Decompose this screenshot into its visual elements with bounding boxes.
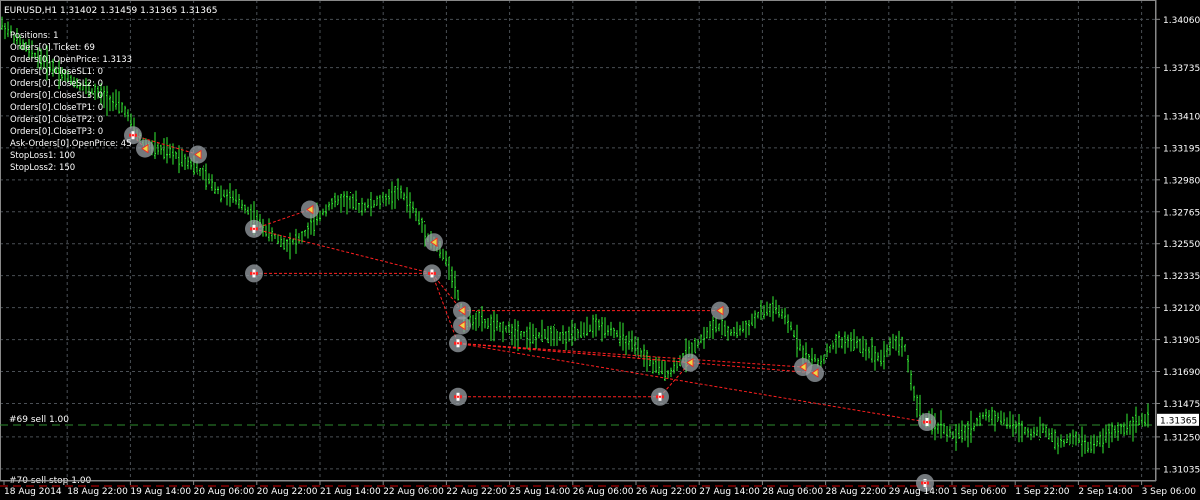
info-panel-line: Orders[0].CloseTP2: 0 [10,115,103,125]
trade-open-marker[interactable] [651,387,669,406]
marker-open-dot [924,481,926,484]
time-tick-label: 3 Sep 06:00 [1142,487,1197,497]
time-tick-label: 22 Aug 06:00 [383,487,444,497]
marker-open-dot [431,272,433,275]
price-tick-label: 1.32120 [1163,304,1200,314]
trade-close-marker[interactable] [806,364,824,383]
marker-open-dot [659,395,661,398]
time-tick-label: 28 Aug 06:00 [762,487,823,497]
info-panel-line: Orders[0].CloseSL2: 0 [10,79,103,89]
info-panel-line: Orders[0].CloseTP1: 0 [10,103,103,113]
price-tick-label: 1.32765 [1163,208,1200,218]
trade-close-marker[interactable] [453,316,471,335]
trade-open-marker[interactable] [449,334,467,353]
marker-open-dot [132,134,134,137]
info-panel-line: Orders[0].Ticket: 69 [10,43,95,53]
marker-open-dot [253,272,255,275]
trade-close-marker[interactable] [681,353,699,372]
order-line-label-sell: #69 sell 1.00 [9,415,69,425]
time-tick-label: 25 Aug 14:00 [510,487,571,497]
price-tick-label: 1.31690 [1163,368,1200,378]
time-tick-label: 28 Aug 22:00 [826,487,887,497]
time-tick-label: 19 Aug 14:00 [130,487,191,497]
info-panel-line: Ask-Orders[0].OpenPrice: 45 [10,139,132,149]
time-tick-label: 22 Aug 22:00 [446,487,507,497]
trade-close-marker[interactable] [189,145,207,164]
price-tick-label: 1.33195 [1163,144,1200,154]
trade-open-marker[interactable] [245,264,263,283]
time-tick-label: 18 Aug 22:00 [67,487,128,497]
time-tick-label: 18 Aug 2014 [4,487,62,497]
time-tick-label: 20 Aug 22:00 [257,487,318,497]
marker-open-dot [457,395,459,398]
info-panel-line: Orders[0].OpenPrice: 1.3133 [10,55,132,65]
info-panel-line: Orders[0].CloseSL3: 0 [10,91,103,101]
time-tick-label: 26 Aug 22:00 [636,487,697,497]
info-panel-line: Orders[0].CloseSL1: 0 [10,67,103,77]
time-tick-label: 26 Aug 06:00 [573,487,634,497]
info-panel-line: StopLoss1: 100 [10,151,75,161]
time-tick-label: 29 Aug 14:00 [889,487,950,497]
price-tick-label: 1.32550 [1163,240,1200,250]
price-tick-label: 1.33410 [1163,112,1200,122]
info-panel-line: StopLoss2: 150 [10,163,75,173]
time-tick-label: 21 Aug 14:00 [320,487,381,497]
price-tick-label: 1.33735 [1163,64,1200,74]
price-tick-label: 1.34060 [1163,16,1200,26]
price-chart[interactable]: EURUSD,H1 1.31402 1.31459 1.31365 1.3136… [0,0,1200,500]
current-price-label: 1.31365 [1160,416,1197,426]
trade-close-marker[interactable] [425,233,443,252]
trade-close-marker[interactable] [711,301,729,320]
marker-open-dot [926,421,928,424]
price-tick-label: 1.31035 [1163,465,1200,475]
marker-open-dot [457,342,459,345]
time-tick-label: 20 Aug 06:00 [194,487,255,497]
trade-open-marker[interactable] [245,219,263,238]
price-tick-label: 1.31475 [1163,400,1200,410]
trade-open-marker[interactable] [423,264,441,283]
price-tick-label: 1.32980 [1163,176,1200,186]
chart-window[interactable]: EURUSD,H1 1.31402 1.31459 1.31365 1.3136… [0,0,1200,500]
chart-title: EURUSD,H1 1.31402 1.31459 1.31365 1.3136… [4,6,217,16]
time-tick-label: 27 Aug 14:00 [699,487,760,497]
time-tick-label: 1 Sep 06:00 [952,487,1007,497]
info-panel-line: Positions: 1 [10,31,59,41]
price-tick-label: 1.31250 [1163,433,1200,443]
trade-close-marker[interactable] [136,139,154,158]
time-tick-label: 2 Sep 14:00 [1078,487,1133,497]
time-tick-label: 1 Sep 22:00 [1015,487,1070,497]
trade-open-marker[interactable] [449,387,467,406]
price-tick-label: 1.31905 [1163,336,1200,346]
info-panel-line: Orders[0].CloseTP3: 0 [10,127,103,137]
trade-open-marker[interactable] [918,413,936,432]
price-tick-label: 1.32335 [1163,272,1200,282]
marker-open-dot [253,227,255,230]
trade-close-marker[interactable] [301,200,319,219]
